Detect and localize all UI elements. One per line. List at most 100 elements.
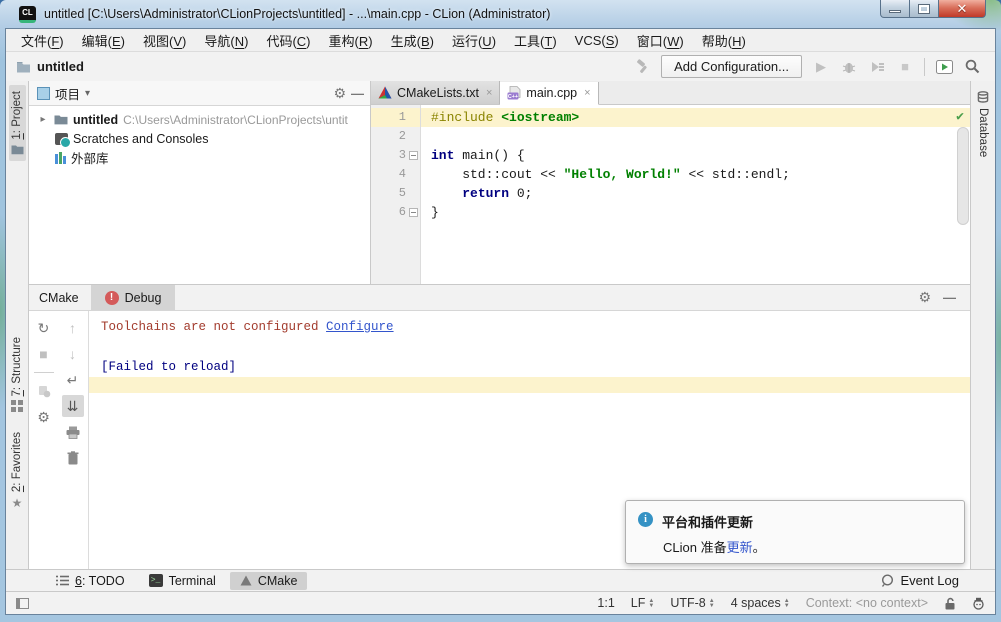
- hide-panel-icon[interactable]: —: [351, 86, 364, 101]
- sidebar-tab-favorites[interactable]: 2: Favorites ★: [9, 426, 25, 516]
- menu-window[interactable]: 窗口(W): [628, 29, 693, 52]
- editor-area: CMakeLists.txt × C++ main.cpp ×: [371, 81, 970, 284]
- line-number: 6: [371, 203, 420, 222]
- menu-edit[interactable]: 编辑(E): [73, 29, 134, 52]
- menu-refactor[interactable]: 重构(R): [320, 29, 382, 52]
- tab-label: CMakeLists.txt: [397, 86, 479, 100]
- menu-navigate[interactable]: 导航(N): [195, 29, 257, 52]
- project-tree: ▸ untitled C:\Users\Administrator\CLionP…: [29, 106, 370, 167]
- update-link[interactable]: 更新: [727, 540, 753, 555]
- window-title: untitled [C:\Users\Administrator\CLionPr…: [44, 7, 550, 21]
- maximize-button[interactable]: [910, 0, 939, 18]
- event-log-label[interactable]: Event Log: [900, 573, 959, 588]
- menu-code[interactable]: 代码(C): [257, 29, 319, 52]
- cmake-settings-gear-icon[interactable]: ⚙: [918, 289, 931, 306]
- editor-tabs: CMakeLists.txt × C++ main.cpp ×: [371, 81, 970, 105]
- reload-cmake-icon[interactable]: ↻: [33, 317, 55, 339]
- configure-link[interactable]: Configure: [326, 320, 394, 334]
- profiler-icon[interactable]: [868, 58, 886, 76]
- debug-icon[interactable]: [840, 58, 858, 76]
- tree-item-label: untitled: [73, 113, 118, 127]
- cmake-title: CMake: [29, 285, 91, 310]
- soft-wrap-icon[interactable]: ↵: [62, 369, 84, 391]
- caret-line: [89, 377, 970, 393]
- run-icon[interactable]: ▶: [812, 58, 830, 76]
- editor-scrollbar[interactable]: [957, 127, 969, 225]
- todo-toolwindow-button[interactable]: 6: TODO: [46, 572, 135, 590]
- scratches-icon: [55, 133, 68, 145]
- build-hammer-icon[interactable]: [633, 58, 651, 76]
- up-icon[interactable]: ↑: [62, 317, 84, 339]
- search-everywhere-icon[interactable]: [963, 58, 981, 76]
- sidebar-tab-project[interactable]: 1: Project: [9, 85, 26, 161]
- clear-settings-icon[interactable]: [33, 380, 55, 402]
- sidebar-tab-database[interactable]: Database: [975, 85, 991, 163]
- fold-marker-icon[interactable]: [409, 151, 418, 160]
- add-configuration-button[interactable]: Add Configuration...: [661, 55, 802, 78]
- close-tab-icon[interactable]: ×: [486, 87, 492, 99]
- cmake-toolwindow-button[interactable]: CMake: [230, 572, 308, 590]
- run-anything-icon[interactable]: [935, 58, 953, 76]
- expand-chevron-icon[interactable]: ▸: [37, 114, 49, 125]
- project-view-icon: [37, 87, 50, 100]
- unlock-icon[interactable]: [944, 597, 956, 610]
- right-toolwindow-bar: Database: [970, 81, 995, 569]
- update-notification[interactable]: i 平台和插件更新 CLion 准备更新。: [625, 500, 965, 564]
- stop-icon[interactable]: ■: [33, 343, 55, 365]
- chevron-down-icon[interactable]: ▾: [85, 88, 90, 99]
- debug-tab[interactable]: ! Debug: [91, 285, 176, 310]
- tree-item-scratches[interactable]: Scratches and Consoles: [29, 129, 370, 148]
- tab-cmakelists[interactable]: CMakeLists.txt ×: [371, 81, 500, 104]
- menu-help[interactable]: 帮助(H): [693, 29, 755, 52]
- sidebar-tab-structure[interactable]: 7: Structure: [9, 331, 25, 418]
- encoding-selector[interactable]: UTF-8▲▼: [670, 596, 714, 610]
- menu-file[interactable]: 文件(F): [12, 29, 73, 52]
- clion-window: CL untitled [C:\Users\Administrator\CLio…: [0, 0, 1001, 622]
- fold-marker-icon[interactable]: [409, 208, 418, 217]
- gear-icon[interactable]: ⚙: [33, 406, 55, 428]
- cmake-icon: [240, 575, 252, 586]
- menu-vcs[interactable]: VCS(S): [566, 31, 628, 50]
- code-line-1: #include <iostream>: [421, 108, 970, 127]
- stop-icon[interactable]: ■: [896, 58, 914, 76]
- menu-tools[interactable]: 工具(T): [505, 29, 566, 52]
- clion-logo-icon: CL: [19, 6, 36, 23]
- title-bar[interactable]: CL untitled [C:\Users\Administrator\CLio…: [5, 0, 996, 28]
- code-area[interactable]: #include <iostream> int main() { std::co…: [421, 105, 970, 284]
- down-icon[interactable]: ↓: [62, 343, 84, 365]
- toolbar-divider: [34, 372, 54, 373]
- cmake-toolbar: ↻ ■ ⚙ ↑ ↓ ↵: [29, 311, 89, 569]
- cpp-file-icon: C++: [507, 86, 521, 100]
- trash-icon[interactable]: [62, 447, 84, 469]
- terminal-toolwindow-button[interactable]: >_ Terminal: [139, 572, 226, 590]
- structure-icon: [11, 400, 23, 412]
- toolbar-project-name[interactable]: untitled: [37, 59, 84, 74]
- toolwindow-toggle-icon[interactable]: [16, 598, 29, 609]
- project-panel-title: 项目: [55, 84, 80, 103]
- hide-cmake-panel-icon[interactable]: —: [943, 290, 956, 305]
- tree-item-external-libs[interactable]: 外部库: [29, 148, 370, 167]
- close-button[interactable]: ✕: [939, 0, 986, 18]
- close-tab-icon[interactable]: ×: [584, 87, 590, 99]
- print-icon[interactable]: [62, 421, 84, 443]
- project-settings-gear-icon[interactable]: ⚙: [333, 85, 346, 102]
- tree-item-label: 外部库: [71, 148, 109, 167]
- scroll-to-end-icon[interactable]: ⇊: [62, 395, 84, 417]
- main-toolbar: untitled Add Configuration... ▶ ■: [6, 51, 995, 81]
- cmake-header: CMake ! Debug ⚙ —: [29, 285, 970, 311]
- tab-main-cpp[interactable]: C++ main.cpp ×: [500, 82, 598, 105]
- menu-build[interactable]: 生成(B): [382, 29, 443, 52]
- caret-position[interactable]: 1:1: [597, 596, 614, 610]
- todo-label: 6: TODO: [75, 574, 125, 588]
- menu-run[interactable]: 运行(U): [443, 29, 505, 52]
- menu-view[interactable]: 视图(V): [134, 29, 195, 52]
- indent-selector[interactable]: 4 spaces▲▼: [731, 596, 790, 610]
- tree-item-untitled[interactable]: ▸ untitled C:\Users\Administrator\CLionP…: [29, 110, 370, 129]
- minimize-button[interactable]: [880, 0, 910, 18]
- folder-icon: [16, 61, 31, 73]
- context-indicator[interactable]: Context: <no context>: [806, 596, 928, 610]
- hector-inspections-icon[interactable]: [972, 597, 985, 610]
- line-number: 3: [371, 146, 420, 165]
- line-separator-selector[interactable]: LF▲▼: [631, 596, 655, 610]
- event-log-icon: [881, 574, 894, 587]
